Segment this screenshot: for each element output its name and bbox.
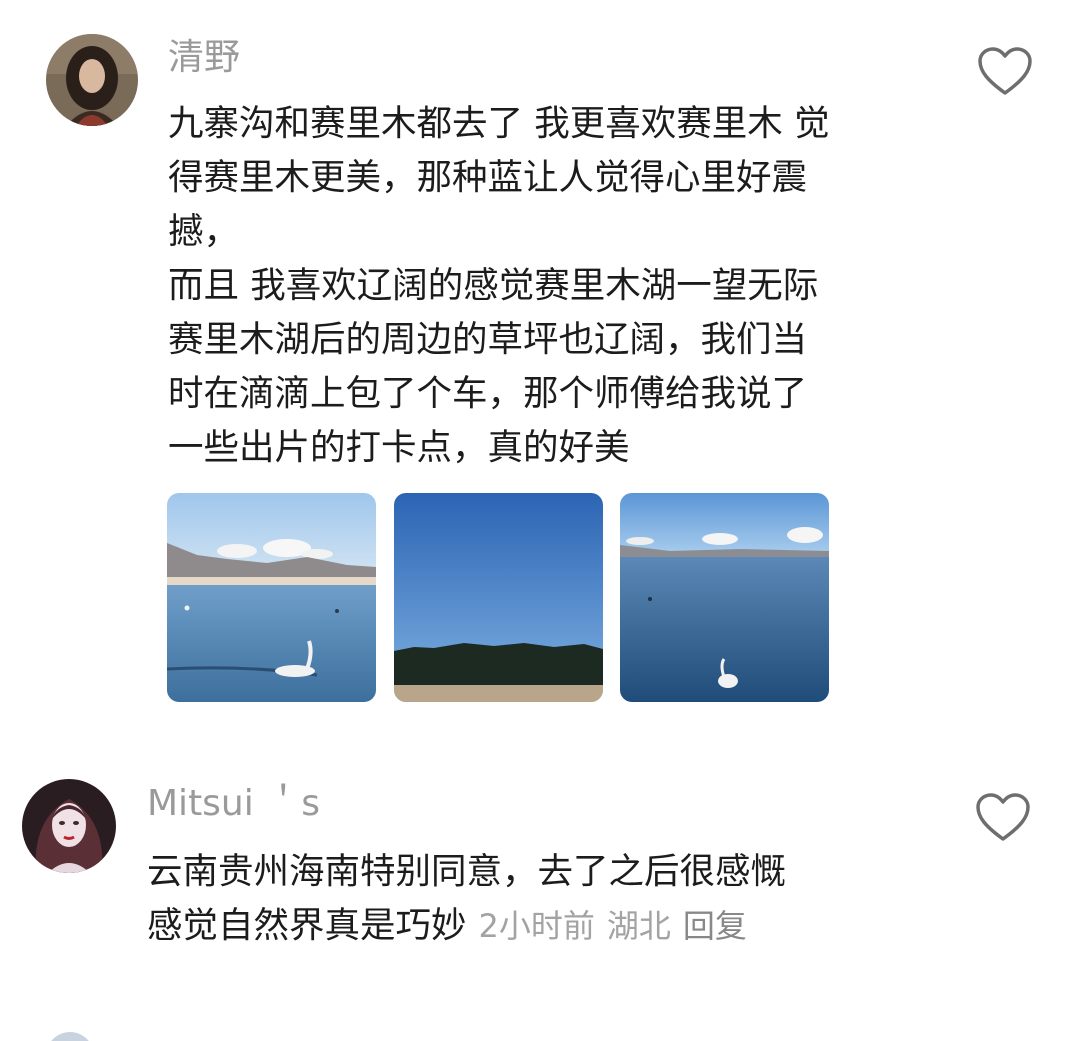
comment-line: 而且 我喜欢辽阔的感觉赛里木湖一望无际 [168,265,819,306]
comment-photo[interactable] [167,493,376,702]
user-avatar-icon [46,34,138,126]
comment-line: 感觉自然界真是巧妙 2小时前 湖北 回复 [147,899,786,953]
sky-forest-photo [394,493,603,702]
comment-meta: 2小时前 湖北 回复 [467,907,747,945]
comment-photo[interactable] [394,493,603,702]
comment-line: 时在滴滴上包了个车，那个师傅给我说了 [168,373,808,414]
avatar[interactable] [22,779,116,873]
comment-time: 2小时前 [478,907,595,945]
comment-line: 得赛里木更美，那种蓝让人觉得心里好震 [168,157,808,198]
heart-outline-icon [978,47,1032,95]
username[interactable]: Mitsui ＇s [147,782,320,826]
lake-swan-photo [167,493,376,702]
comment-text: 九寨沟和赛里木都去了 我更喜欢赛里木 觉 得赛里木更美，那种蓝让人觉得心里好震 … [168,97,830,475]
like-button[interactable] [977,46,1033,98]
like-button[interactable] [975,792,1031,844]
comment-photo[interactable] [620,493,829,702]
reply-button[interactable]: 回复 [683,907,747,945]
avatar[interactable] [46,1032,94,1041]
comment-line: 一些出片的打卡点，真的好美 [168,427,630,468]
comment-line: 云南贵州海南特别同意，去了之后很感慨 [147,851,787,892]
comment-location: 湖北 [606,907,671,945]
comment-text: 云南贵州海南特别同意，去了之后很感慨 感觉自然界真是巧妙 2小时前 湖北 回复 [147,845,786,953]
comment-line-text: 感觉自然界真是巧妙 [147,905,467,946]
user-avatar-icon [22,779,116,873]
lake-swan-photo [620,493,829,702]
comment-list: 清野 九寨沟和赛里木都去了 我更喜欢赛里木 觉 得赛里木更美，那种蓝让人觉得心里… [0,0,1080,1041]
username[interactable]: 清野 [168,36,240,80]
comment-line: 九寨沟和赛里木都去了 我更喜欢赛里木 觉 [168,103,830,144]
avatar[interactable] [46,34,138,126]
comment-line: 赛里木湖后的周边的草坪也辽阔，我们当 [168,319,808,360]
comment-line: 撼， [168,211,240,252]
heart-outline-icon [976,793,1030,841]
